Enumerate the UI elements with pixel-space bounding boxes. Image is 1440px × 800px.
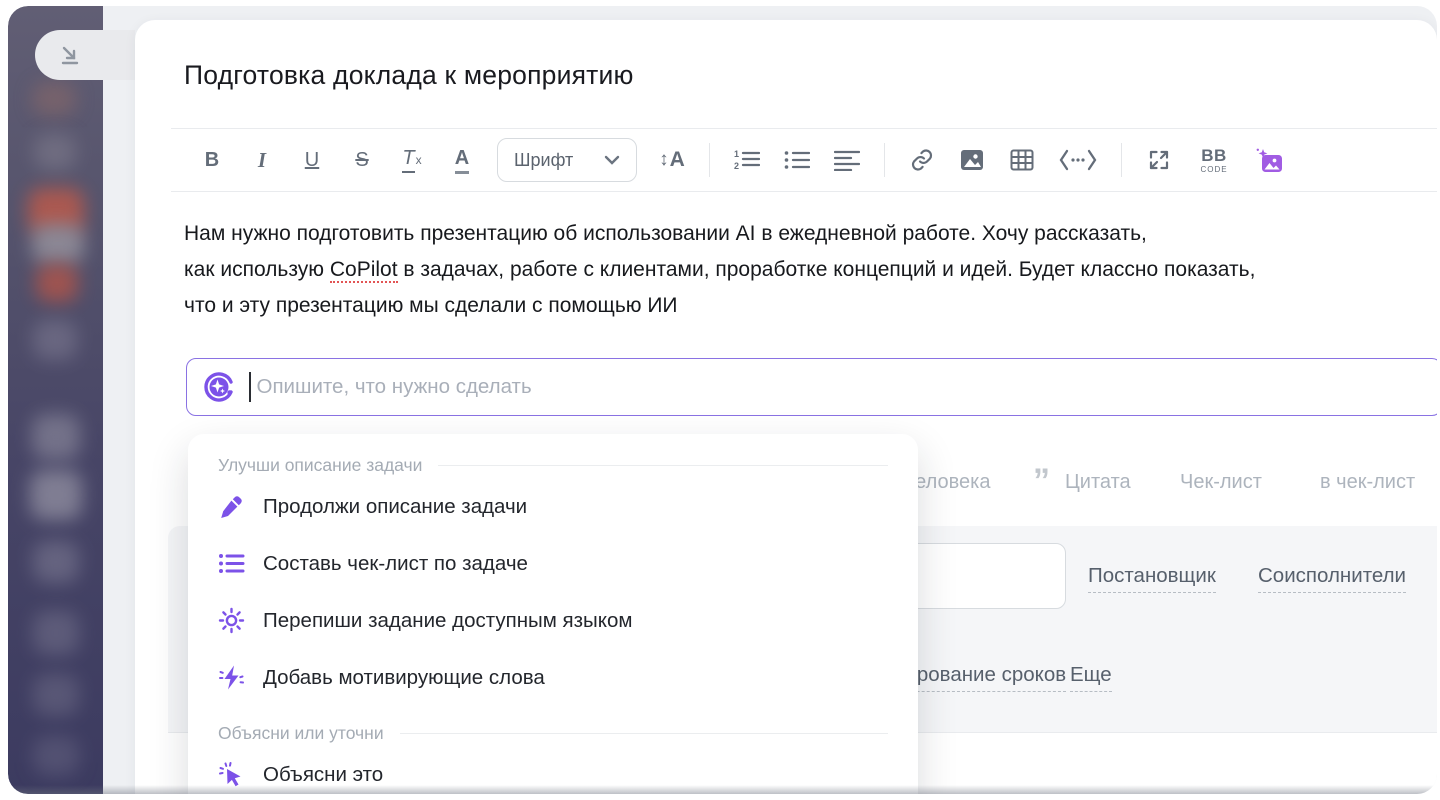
copilot-icon [201,369,237,405]
cursor-click-icon [218,761,245,788]
pen-icon [218,493,245,520]
description-line: что и эту презентацию мы сделали с помощ… [184,288,1434,324]
svg-text:2: 2 [734,161,739,171]
font-selector[interactable]: Шрифт [497,138,637,182]
lightning-icon [218,664,245,691]
screenshot-root: Подготовка доклада к мероприятию B I U S… [0,0,1440,800]
director-link[interactable]: Постановщик [1088,564,1216,593]
section-divider [400,733,888,734]
svg-text:1: 1 [734,149,739,159]
sidebar-blurred-icon [33,674,79,716]
window-bottom-edge [8,785,1437,794]
toolbar-divider [709,143,710,177]
text-color-button[interactable]: A [444,140,480,180]
clear-format-button[interactable]: Tx [394,140,430,180]
sidebar [8,6,103,794]
insert-image-button[interactable] [954,140,990,180]
collapse-sidebar-button[interactable] [35,30,135,80]
ai-image-icon [1255,147,1283,173]
expand-icon [1147,148,1171,172]
task-title[interactable]: Подготовка доклада к мероприятию [184,60,634,91]
table-icon [1010,148,1034,172]
sidebar-blurred-icon [33,541,79,583]
numbered-list-icon: 1 2 [734,149,760,171]
to-checklist-button[interactable]: в чек-лист [1320,471,1415,494]
copilot-menu-section-header: Улучши описание задачи [218,452,888,478]
chevron-down-icon [604,155,620,165]
copilot-menu-item-motivate[interactable]: Добавь мотивирующие слова [218,649,888,706]
bold-button[interactable]: B [194,140,230,180]
align-left-icon [834,149,860,171]
link-icon [910,148,934,172]
quote-icon: ” [1033,464,1050,498]
italic-button[interactable]: I [244,140,280,180]
sidebar-blurred-icon [34,134,76,170]
sidebar-blurred-icon [33,611,79,655]
font-selector-label: Шрифт [514,150,573,171]
copilot-input-placeholder: Опишите, что нужно сделать [257,375,532,399]
sun-icon [218,607,245,634]
quote-button[interactable]: Цитата [1065,471,1131,494]
section-divider [438,465,888,466]
description-line: как использую CoPilot в задачах, работе … [184,252,1434,288]
font-size-button[interactable]: ↕A [654,140,690,180]
sidebar-blurred-icon [36,264,78,302]
checklist-button[interactable]: Чек-лист [1180,471,1262,494]
sidebar-blurred-icon [30,470,82,520]
sidebar-blurred-icon [32,82,76,116]
sidebar-blurred-icon [33,736,79,776]
copilot-menu-item-simplify[interactable]: Перепиши задание доступным языком [218,592,888,649]
copilot-menu: Улучши описание задачи Продолжи описание… [188,434,918,794]
description-line: Нам нужно подготовить презентацию об исп… [184,216,1434,252]
app-window: Подготовка доклада к мероприятию B I U S… [8,6,1437,794]
insert-table-button[interactable] [1004,140,1040,180]
task-card: Подготовка доклада к мероприятию B I U S… [135,20,1437,794]
expand-editor-button[interactable] [1141,140,1177,180]
insert-link-button[interactable] [904,140,940,180]
spellcheck-word: CoPilot [330,258,398,283]
editor-toolbar: B I U S Tx A Шрифт ↕A [171,128,1437,192]
strikethrough-button[interactable]: S [344,140,380,180]
insert-code-button[interactable] [1054,140,1102,180]
toolbar-divider [884,143,885,177]
copilot-menu-section-header: Объясни или уточни [218,720,888,746]
text-caret [249,372,251,402]
ai-image-button[interactable] [1251,140,1287,180]
copilot-menu-item-checklist[interactable]: Составь чек-лист по задаче [218,535,888,592]
code-icon [1058,149,1098,171]
copilot-menu-item-continue[interactable]: Продолжи описание задачи [218,478,888,535]
sidebar-blurred-icon [32,224,84,264]
align-left-button[interactable] [829,140,865,180]
collapse-sidebar-icon [57,42,83,68]
sidebar-blurred-icon [32,414,80,460]
bullet-list-button[interactable] [779,140,815,180]
sidebar-blurred-icon [33,320,77,360]
bullet-list-icon [784,149,810,171]
underline-button[interactable]: U [294,140,330,180]
coexecutors-link[interactable]: Соисполнители [1258,564,1406,593]
updown-arrows-icon: ↕ [659,149,669,171]
bbcode-button[interactable]: BB CODE [1191,140,1237,180]
image-icon [960,148,984,172]
numbered-list-button[interactable]: 1 2 [729,140,765,180]
checklist-icon [218,550,245,577]
copilot-prompt-input[interactable]: Опишите, что нужно сделать [186,358,1437,416]
toolbar-divider [1121,143,1122,177]
more-link[interactable]: Еще [1070,663,1112,692]
task-description[interactable]: Нам нужно подготовить презентацию об исп… [184,216,1434,324]
